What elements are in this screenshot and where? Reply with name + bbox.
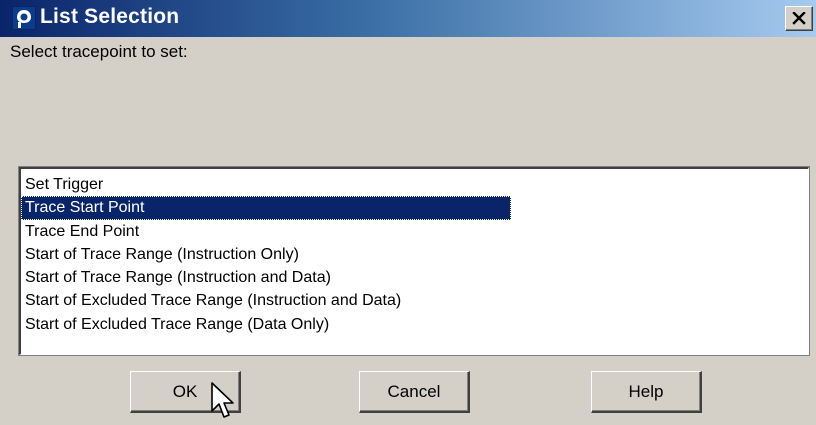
- help-button[interactable]: Help: [591, 371, 702, 413]
- title-bar[interactable]: List Selection: [0, 0, 816, 37]
- list-item[interactable]: Set Trigger: [21, 173, 808, 196]
- list-item[interactable]: Start of Trace Range (Instruction and Da…: [21, 266, 808, 289]
- list-selection-dialog: List Selection Select tracepoint to set:…: [0, 0, 816, 425]
- app-window-icon: [12, 6, 36, 30]
- cancel-button[interactable]: Cancel: [359, 371, 470, 413]
- close-button[interactable]: [785, 6, 813, 31]
- close-icon: [792, 12, 806, 25]
- list-item-selected[interactable]: Trace Start Point: [21, 196, 511, 220]
- list-item[interactable]: Start of Excluded Trace Range (Data Only…: [21, 313, 808, 336]
- list-item[interactable]: Start of Excluded Trace Range (Instructi…: [21, 289, 808, 312]
- list-item[interactable]: Start of Trace Range (Instruction Only): [21, 243, 808, 266]
- prompt-label: Select tracepoint to set:: [10, 42, 188, 61]
- tracepoint-listbox[interactable]: Set Trigger Trace Start Point Trace End …: [19, 167, 809, 355]
- list-item[interactable]: Trace End Point: [21, 220, 808, 243]
- mouse-pointer-icon: [211, 382, 234, 418]
- window-title: List Selection: [40, 5, 180, 28]
